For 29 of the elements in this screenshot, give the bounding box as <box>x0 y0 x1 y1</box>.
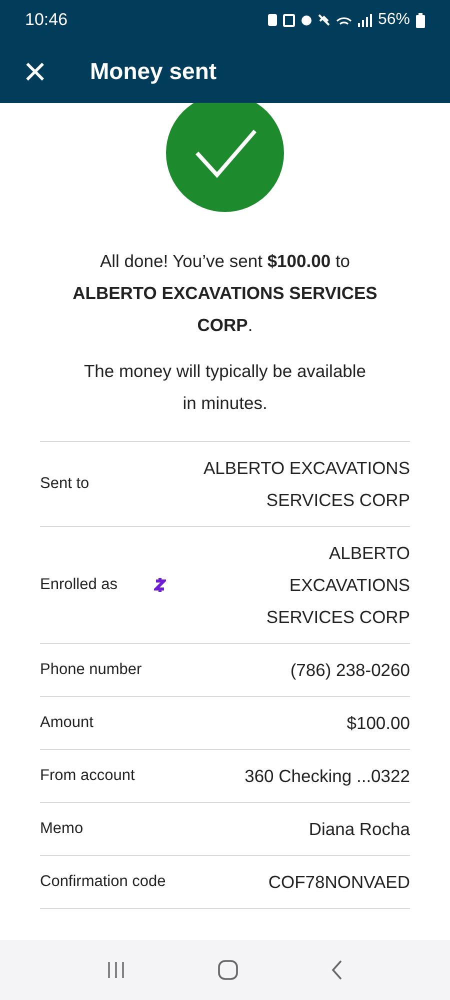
detail-value: (786) 238-0260 <box>290 659 410 682</box>
signal-icon <box>358 14 372 26</box>
battery-icon <box>416 12 425 28</box>
detail-value: 360 Checking ...0322 <box>244 765 410 788</box>
detail-label: Confirmation code <box>40 872 166 892</box>
status-time: 10:46 <box>25 9 68 32</box>
screen-title: Money sent <box>90 57 217 86</box>
detail-value: ALBERTO EXCAVATIONS SERVICES CORP <box>202 457 410 512</box>
detail-label: Enrolled as <box>40 575 118 596</box>
success-check-icon <box>165 103 285 213</box>
battery-percent: 56% <box>378 10 410 30</box>
home-icon[interactable] <box>216 959 239 981</box>
recent-apps-icon[interactable] <box>106 961 126 979</box>
close-button[interactable]: × <box>20 52 50 92</box>
detail-value: Diana Rocha <box>308 818 410 841</box>
detail-value: $100.00 <box>346 712 410 735</box>
detail-label: Memo <box>40 819 84 840</box>
availability-note: The money will typically be available in minutes. <box>82 360 368 415</box>
detail-label: Sent to <box>40 474 90 494</box>
detail-value: ALBERTO EXCAVATIONS SERVICES CORP <box>265 542 410 629</box>
detail-value: COF78NONVAED <box>268 871 410 894</box>
sim-card-icon <box>268 14 277 26</box>
zelle-icon <box>154 576 166 594</box>
detail-label: Amount <box>40 713 94 734</box>
back-icon[interactable] <box>330 959 344 981</box>
confirmation-message: All done! You’ve sent $100.00 to ALBERTO EXCAVATIONS SERVICES CORP. <box>72 250 378 337</box>
detail-label: Phone number <box>40 660 142 680</box>
detail-label: From account <box>40 766 135 786</box>
wifi-icon <box>336 16 352 24</box>
